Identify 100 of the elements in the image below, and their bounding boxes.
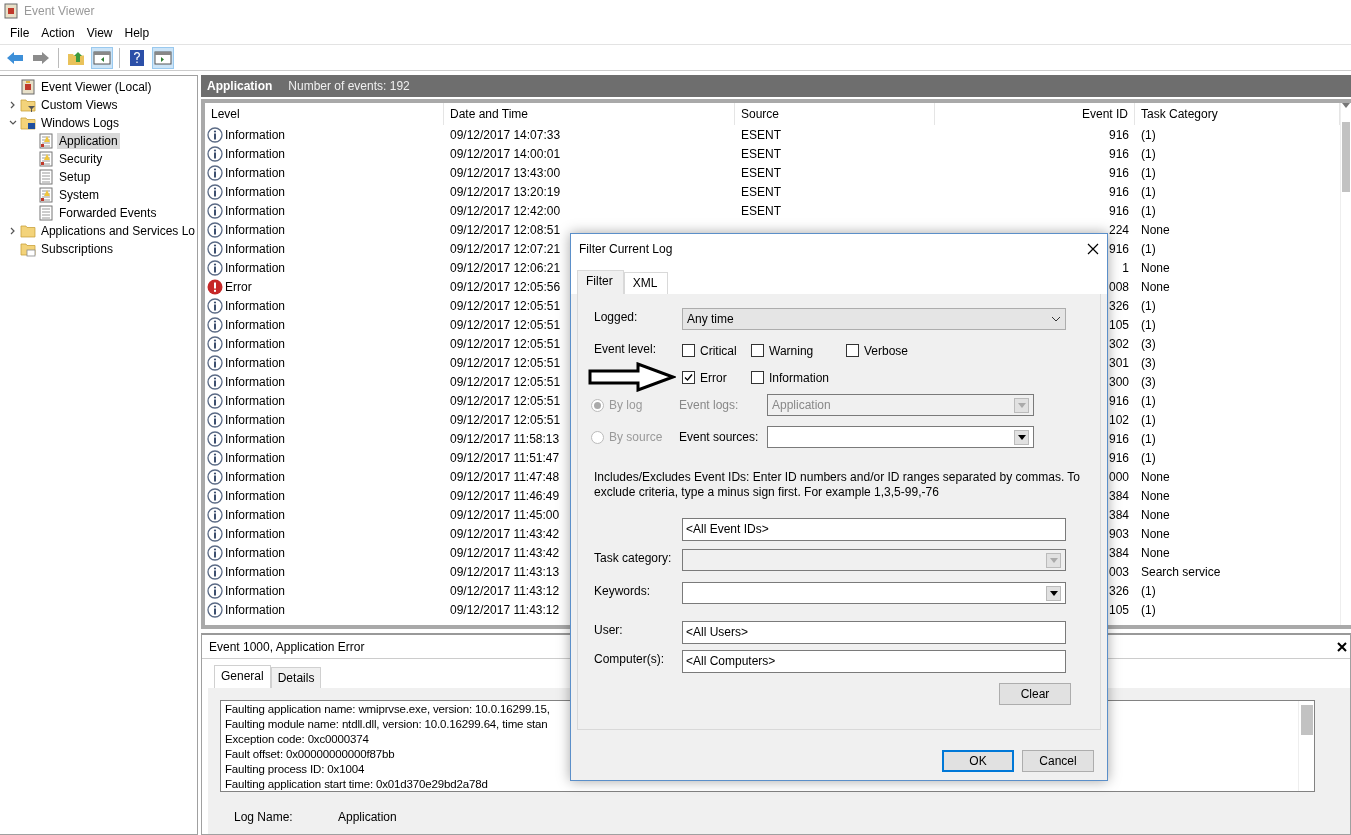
table-cell: Information xyxy=(225,602,286,617)
level-checkbox[interactable]: Information xyxy=(751,370,846,385)
info-icon xyxy=(207,563,223,580)
table-cell: 09/12/2017 12:08:51 xyxy=(450,222,561,237)
logged-dropdown[interactable]: Any time xyxy=(682,308,1066,330)
description-line: Faulting application name: wmiprvse.exe, version: 10.0.16299.15, xyxy=(225,702,550,717)
table-cell: Information xyxy=(225,298,286,313)
table-cell: Information xyxy=(225,241,286,256)
event-ids-field[interactable]: <All Event IDs> xyxy=(682,517,1066,541)
user-field[interactable]: <All Users> xyxy=(682,620,1066,644)
table-cell: 105 xyxy=(1108,317,1129,332)
description-line: Fault offset: 0x00000000000f87bb xyxy=(225,747,395,762)
event-count: Number of events: 192 xyxy=(288,79,410,93)
table-cell: (3) xyxy=(1141,355,1156,370)
table-cell: 09/12/2017 11:46:49 xyxy=(450,488,560,503)
table-cell: 09/12/2017 11:47:48 xyxy=(450,469,560,484)
table-cell: Information xyxy=(225,583,286,598)
tab[interactable]: Filter xyxy=(577,270,624,294)
table-cell: (1) xyxy=(1141,317,1156,332)
table-cell: 09/12/2017 11:43:12 xyxy=(450,602,560,617)
table-cell: 09/12/2017 12:07:21 xyxy=(450,241,561,256)
table-cell: None xyxy=(1141,260,1170,275)
keywords-dropdown[interactable] xyxy=(682,582,1066,604)
table-cell: Information xyxy=(225,336,286,351)
ok-button[interactable]: OK xyxy=(942,750,1014,772)
caret-icon xyxy=(1049,590,1058,596)
field-value: Application xyxy=(338,810,397,824)
table-cell: (1) xyxy=(1141,450,1156,465)
level-checkbox[interactable]: Critical xyxy=(682,343,751,358)
clear-button[interactable]: Clear xyxy=(999,683,1071,705)
table-cell: Information xyxy=(225,431,286,446)
computers-field[interactable]: <All Computers> xyxy=(682,649,1066,673)
column-header[interactable]: Event ID xyxy=(935,103,1135,125)
close-icon[interactable] xyxy=(1336,640,1348,653)
column-header[interactable]: Source xyxy=(735,103,935,125)
table-cell: (3) xyxy=(1141,374,1156,389)
tab[interactable]: Details xyxy=(270,667,322,688)
chevron-icon xyxy=(1051,316,1061,322)
folder-icon xyxy=(20,115,36,131)
tree-item[interactable]: Applications and Services Lo xyxy=(38,223,197,239)
info-icon xyxy=(207,506,223,523)
field-label: Computer(s): xyxy=(594,651,665,666)
table-cell: 384 xyxy=(1108,545,1129,560)
tree-item[interactable]: Security xyxy=(57,151,105,167)
panel-icon[interactable] xyxy=(91,46,113,69)
table-cell: ESENT xyxy=(741,203,781,218)
close-icon[interactable] xyxy=(1087,243,1099,255)
tree-item[interactable]: Windows Logs xyxy=(39,115,122,131)
tree-item[interactable]: Application xyxy=(57,133,120,149)
tab[interactable]: XML xyxy=(623,272,669,294)
scroll-thumb[interactable] xyxy=(1300,705,1313,735)
menu-item[interactable]: Action xyxy=(35,26,81,40)
scrollbar[interactable] xyxy=(1298,701,1314,791)
tree-item[interactable]: System xyxy=(57,187,101,203)
field-label: User: xyxy=(594,622,624,637)
table-cell: Information xyxy=(225,450,286,465)
error-icon xyxy=(207,278,223,295)
cancel-button[interactable]: Cancel xyxy=(1022,750,1094,772)
level-checkbox[interactable]: Error xyxy=(682,370,751,385)
table-cell: 09/12/2017 12:05:51 xyxy=(450,336,561,351)
column-header[interactable]: Task Category xyxy=(1135,103,1340,125)
info-icon xyxy=(207,601,223,618)
tree-item[interactable]: Forwarded Events xyxy=(57,205,159,221)
table-cell: 102 xyxy=(1108,412,1129,427)
folder-icon xyxy=(20,241,36,257)
table-cell: ESENT xyxy=(741,184,781,199)
level-checkbox[interactable]: Warning xyxy=(751,343,846,358)
tree-item[interactable]: Custom Views xyxy=(39,97,120,113)
menu-item[interactable]: View xyxy=(80,26,119,40)
menu-item[interactable]: Help xyxy=(118,26,156,40)
info-icon xyxy=(207,183,223,200)
column-header[interactable]: Level xyxy=(205,103,444,125)
table-cell: Information xyxy=(225,412,286,427)
table-cell: (1) xyxy=(1141,393,1156,408)
tree-item[interactable]: Subscriptions xyxy=(39,241,116,257)
info-icon xyxy=(207,259,223,276)
table-cell: 916 xyxy=(1108,450,1129,465)
folder-icon xyxy=(19,223,36,239)
tab[interactable]: General xyxy=(214,665,271,688)
tree-item[interactable]: Event Viewer (Local) xyxy=(39,79,154,95)
log-icon xyxy=(38,205,54,221)
scrollbar[interactable] xyxy=(1340,103,1351,625)
tree-item[interactable]: Setup xyxy=(57,169,93,185)
info-icon xyxy=(207,411,223,428)
menu-item[interactable]: File xyxy=(4,26,36,40)
info-icon xyxy=(207,354,223,371)
description-line: Faulting application start time: 0x01d370e29bd2a78d xyxy=(225,777,488,792)
table-cell: (3) xyxy=(1141,336,1156,351)
info-icon xyxy=(207,582,223,599)
column-header[interactable]: Date and Time xyxy=(444,103,735,125)
table-cell: Information xyxy=(225,488,286,503)
panel-icon[interactable] xyxy=(152,46,174,69)
table-cell: 09/12/2017 12:05:56 xyxy=(450,279,561,294)
scroll-thumb[interactable] xyxy=(1342,122,1350,192)
field-label: Log Name: xyxy=(234,810,294,824)
field-label: Task category: xyxy=(594,550,673,565)
field-label: Event logs: xyxy=(679,398,740,412)
info-icon xyxy=(207,430,223,447)
event-sources-dropdown[interactable] xyxy=(767,426,1034,448)
level-checkbox[interactable]: Verbose xyxy=(846,343,909,358)
